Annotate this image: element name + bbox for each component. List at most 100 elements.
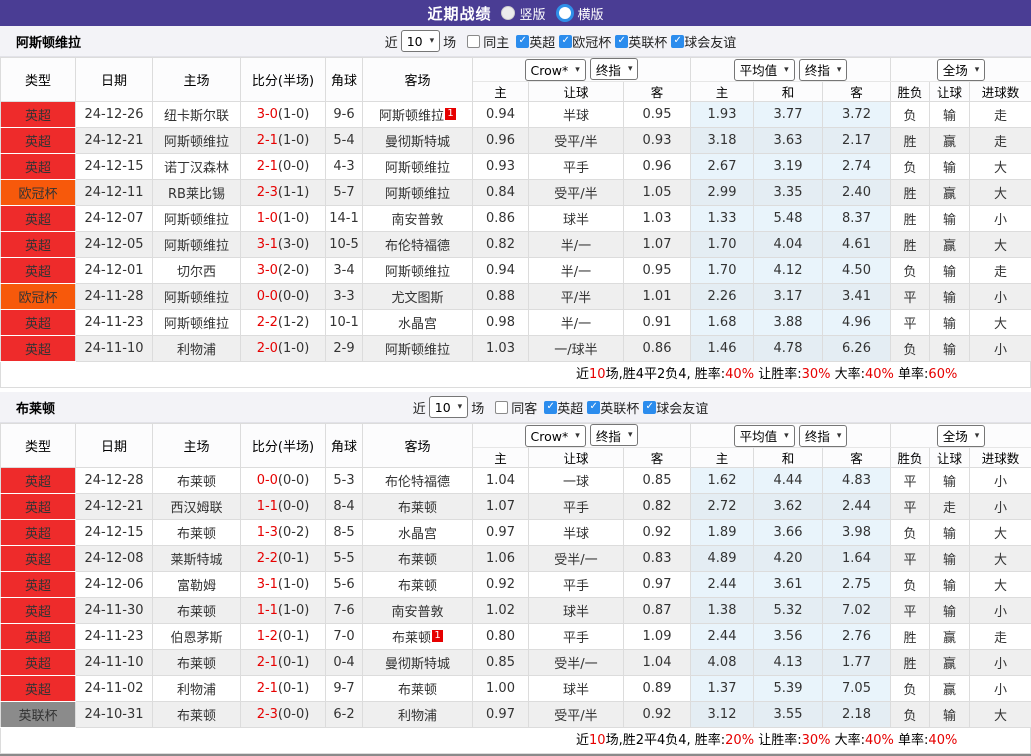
league-checkbox[interactable]: ✓ [516, 35, 529, 48]
page-title: 近期战绩 [427, 3, 491, 24]
home-team: RB莱比锡 [153, 180, 241, 206]
result-goals: 小 [970, 598, 1031, 624]
odds-stage-select[interactable]: 终指▾ [590, 424, 639, 446]
avg-odds-value: 1.62 [691, 468, 754, 494]
crow-odds-value: 0.85 [624, 468, 691, 494]
radio-button-icon[interactable] [501, 6, 515, 20]
avg-stage-select[interactable]: 终指▾ [799, 59, 848, 81]
score: 0-0(0-0) [241, 284, 326, 310]
competition-badge: 英超 [1, 336, 76, 362]
bookmaker-select[interactable]: Crow*▾ [525, 425, 586, 447]
avg-odds-value: 3.18 [691, 128, 754, 154]
avg-odds-value: 3.12 [691, 702, 754, 728]
stats-summary: 近10场,胜4平2负4, 胜率:40% 让胜率:30% 大率:40% 单率:60… [0, 362, 1031, 388]
corner-count: 6-2 [326, 702, 363, 728]
crow-odds-value: 球半 [529, 206, 624, 232]
match-date: 24-12-15 [76, 154, 153, 180]
score: 2-0(1-0) [241, 336, 326, 362]
corner-count: 5-3 [326, 468, 363, 494]
home-team: 诺丁汉森林 [153, 154, 241, 180]
avg-odds-select[interactable]: 平均值▾ [734, 59, 795, 81]
avg-odds-value: 2.74 [823, 154, 891, 180]
match-count-select[interactable]: 10▾ [429, 396, 468, 418]
period-select[interactable]: 全场▾ [937, 59, 986, 81]
score: 1-3(0-2) [241, 520, 326, 546]
chevron-down-icon: ▾ [784, 431, 789, 441]
result-outcome: 负 [891, 154, 930, 180]
corner-count: 10-5 [326, 232, 363, 258]
crow-odds-value: 0.86 [624, 336, 691, 362]
same-venue-checkbox[interactable] [495, 401, 508, 414]
match-row: 英超24-11-02利物浦2-1(0-1)9-7布莱顿1.00球半0.891.3… [1, 676, 1031, 702]
away-team: 布莱顿1 [363, 624, 473, 650]
match-date: 24-11-28 [76, 284, 153, 310]
competition-badge: 英超 [1, 258, 76, 284]
league-label: 英超 [529, 32, 555, 51]
avg-odds-value: 5.48 [754, 206, 823, 232]
avg-odds-value: 1.77 [823, 650, 891, 676]
corner-count: 9-6 [326, 102, 363, 128]
layout-radio-vertical[interactable]: 竖版 [501, 4, 545, 23]
summary-text: 30% [802, 733, 831, 748]
match-row: 英超24-12-28布莱顿0-0(0-0)5-3布伦特福德1.04一球0.851… [1, 468, 1031, 494]
crow-odds-value: 1.07 [473, 494, 529, 520]
layout-radio-horizontal[interactable]: 横版 [556, 4, 604, 23]
col-header-type: 类型 [1, 58, 76, 102]
crow-odds-value: 平手 [529, 624, 624, 650]
crow-odds-value: 受平/半 [529, 702, 624, 728]
crow-odds-group-header: Crow*▾ 终指▾ [473, 424, 691, 448]
avg-odds-value: 4.20 [754, 546, 823, 572]
recent-prefix-label: 近 [385, 32, 398, 51]
league-label: 球会友谊 [684, 32, 736, 51]
avg-odds-value: 2.40 [823, 180, 891, 206]
stats-summary: 近10场,胜2平4负4, 胜率:20% 让胜率:30% 大率:40% 单率:40… [0, 728, 1031, 754]
league-checkbox[interactable]: ✓ [615, 35, 628, 48]
score: 0-0(0-0) [241, 468, 326, 494]
away-team: 水晶宫 [363, 310, 473, 336]
summary-text: 40% [865, 367, 894, 382]
match-date: 24-11-23 [76, 624, 153, 650]
summary-text: 让胜率: [754, 367, 802, 382]
subcol-crow-away: 客 [624, 82, 691, 102]
odds-stage-select[interactable]: 终指▾ [590, 58, 639, 80]
league-checkbox[interactable]: ✓ [671, 35, 684, 48]
result-goals: 走 [970, 624, 1031, 650]
crow-odds-value: 0.97 [624, 572, 691, 598]
summary-text: 单率: [894, 367, 929, 382]
bookmaker-select[interactable]: Crow*▾ [525, 59, 586, 81]
avg-odds-value: 4.13 [754, 650, 823, 676]
avg-odds-value: 4.04 [754, 232, 823, 258]
corner-count: 4-3 [326, 154, 363, 180]
period-select[interactable]: 全场▾ [937, 425, 986, 447]
matches-suffix-label: 场 [443, 32, 456, 51]
league-checkbox[interactable]: ✓ [587, 401, 600, 414]
matches-table-aston-villa: 类型 日期 主场 比分(半场) 角球 客场 Crow*▾ 终指▾ 平均值▾ 终指… [0, 57, 1031, 362]
result-outcome: 平 [891, 494, 930, 520]
avg-odds-group-header: 平均值▾ 终指▾ [691, 58, 891, 82]
result-goals: 小 [970, 206, 1031, 232]
summary-text: 单率: [894, 733, 929, 748]
competition-badge: 英超 [1, 206, 76, 232]
radio-button-selected-icon[interactable] [556, 4, 574, 22]
match-date: 24-12-05 [76, 232, 153, 258]
subcol-crow-home: 主 [473, 448, 529, 468]
competition-badge: 英超 [1, 102, 76, 128]
result-handicap: 赢 [930, 128, 970, 154]
league-checkbox[interactable]: ✓ [559, 35, 572, 48]
league-checkbox[interactable]: ✓ [544, 401, 557, 414]
avg-stage-select[interactable]: 终指▾ [799, 425, 848, 447]
match-count-select[interactable]: 10▾ [401, 30, 440, 52]
avg-odds-value: 5.39 [754, 676, 823, 702]
league-checkbox[interactable]: ✓ [643, 401, 656, 414]
same-venue-checkbox[interactable] [467, 35, 480, 48]
avg-odds-value: 7.02 [823, 598, 891, 624]
result-group-header: 全场▾ [891, 58, 1031, 82]
result-group-header: 全场▾ [891, 424, 1031, 448]
crow-odds-value: 0.85 [473, 650, 529, 676]
avg-odds-select[interactable]: 平均值▾ [734, 425, 795, 447]
avg-odds-value: 2.76 [823, 624, 891, 650]
crow-odds-value: 半/一 [529, 232, 624, 258]
avg-odds-value: 3.63 [754, 128, 823, 154]
result-goals: 走 [970, 128, 1031, 154]
result-outcome: 胜 [891, 180, 930, 206]
